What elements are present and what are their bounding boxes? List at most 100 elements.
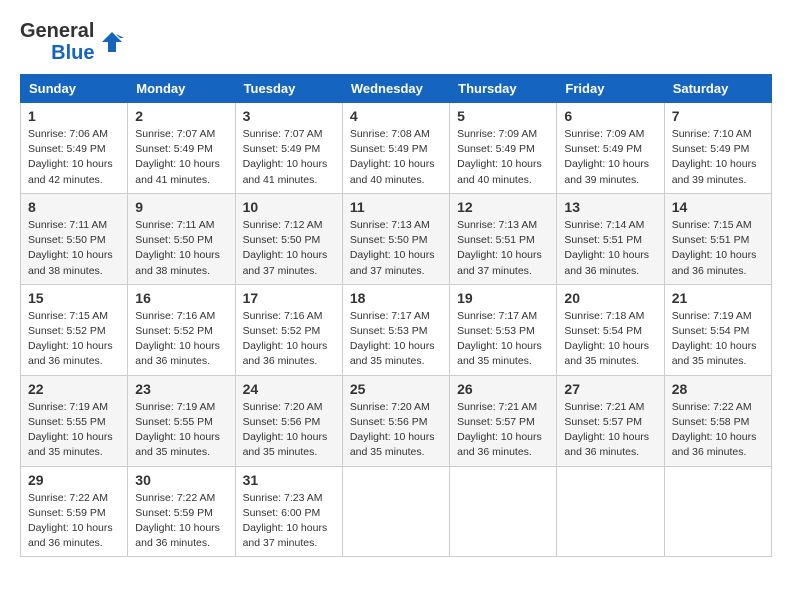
day-cell-17: 17 Sunrise: 7:16 AMSunset: 5:52 PMDaylig… (235, 284, 342, 375)
day-number: 5 (457, 108, 549, 124)
day-number: 9 (135, 199, 227, 215)
day-cell-22: 22 Sunrise: 7:19 AMSunset: 5:55 PMDaylig… (21, 375, 128, 466)
day-cell-24: 24 Sunrise: 7:20 AMSunset: 5:56 PMDaylig… (235, 375, 342, 466)
calendar-header-saturday: Saturday (664, 75, 771, 103)
day-cell-29: 29 Sunrise: 7:22 AMSunset: 5:59 PMDaylig… (21, 466, 128, 557)
day-cell-10: 10 Sunrise: 7:12 AMSunset: 5:50 PMDaylig… (235, 193, 342, 284)
day-info: Sunrise: 7:22 AMSunset: 5:59 PMDaylight:… (28, 492, 113, 550)
empty-cell (450, 466, 557, 557)
day-number: 28 (672, 381, 764, 397)
empty-cell (342, 466, 449, 557)
day-cell-27: 27 Sunrise: 7:21 AMSunset: 5:57 PMDaylig… (557, 375, 664, 466)
day-info: Sunrise: 7:21 AMSunset: 5:57 PMDaylight:… (564, 401, 649, 459)
day-info: Sunrise: 7:08 AMSunset: 5:49 PMDaylight:… (350, 128, 435, 186)
day-cell-26: 26 Sunrise: 7:21 AMSunset: 5:57 PMDaylig… (450, 375, 557, 466)
day-number: 30 (135, 472, 227, 488)
calendar-week-3: 15 Sunrise: 7:15 AMSunset: 5:52 PMDaylig… (21, 284, 772, 375)
day-info: Sunrise: 7:20 AMSunset: 5:56 PMDaylight:… (243, 401, 328, 459)
empty-cell (664, 466, 771, 557)
day-cell-7: 7 Sunrise: 7:10 AMSunset: 5:49 PMDayligh… (664, 103, 771, 194)
day-cell-20: 20 Sunrise: 7:18 AMSunset: 5:54 PMDaylig… (557, 284, 664, 375)
day-info: Sunrise: 7:07 AMSunset: 5:49 PMDaylight:… (243, 128, 328, 186)
day-info: Sunrise: 7:17 AMSunset: 5:53 PMDaylight:… (350, 310, 435, 368)
calendar-header-row: SundayMondayTuesdayWednesdayThursdayFrid… (21, 75, 772, 103)
day-info: Sunrise: 7:12 AMSunset: 5:50 PMDaylight:… (243, 219, 328, 277)
day-cell-8: 8 Sunrise: 7:11 AMSunset: 5:50 PMDayligh… (21, 193, 128, 284)
day-number: 31 (243, 472, 335, 488)
day-info: Sunrise: 7:15 AMSunset: 5:52 PMDaylight:… (28, 310, 113, 368)
day-info: Sunrise: 7:23 AMSunset: 6:00 PMDaylight:… (243, 492, 328, 550)
day-cell-18: 18 Sunrise: 7:17 AMSunset: 5:53 PMDaylig… (342, 284, 449, 375)
logo-icon (98, 28, 126, 56)
calendar-week-4: 22 Sunrise: 7:19 AMSunset: 5:55 PMDaylig… (21, 375, 772, 466)
day-cell-1: 1 Sunrise: 7:06 AMSunset: 5:49 PMDayligh… (21, 103, 128, 194)
day-info: Sunrise: 7:13 AMSunset: 5:50 PMDaylight:… (350, 219, 435, 277)
day-number: 26 (457, 381, 549, 397)
day-number: 1 (28, 108, 120, 124)
day-cell-14: 14 Sunrise: 7:15 AMSunset: 5:51 PMDaylig… (664, 193, 771, 284)
empty-cell (557, 466, 664, 557)
day-number: 12 (457, 199, 549, 215)
day-info: Sunrise: 7:22 AMSunset: 5:59 PMDaylight:… (135, 492, 220, 550)
day-cell-9: 9 Sunrise: 7:11 AMSunset: 5:50 PMDayligh… (128, 193, 235, 284)
day-number: 10 (243, 199, 335, 215)
day-info: Sunrise: 7:09 AMSunset: 5:49 PMDaylight:… (457, 128, 542, 186)
day-info: Sunrise: 7:09 AMSunset: 5:49 PMDaylight:… (564, 128, 649, 186)
day-info: Sunrise: 7:18 AMSunset: 5:54 PMDaylight:… (564, 310, 649, 368)
day-cell-2: 2 Sunrise: 7:07 AMSunset: 5:49 PMDayligh… (128, 103, 235, 194)
day-cell-23: 23 Sunrise: 7:19 AMSunset: 5:55 PMDaylig… (128, 375, 235, 466)
day-info: Sunrise: 7:06 AMSunset: 5:49 PMDaylight:… (28, 128, 113, 186)
logo: General Blue (20, 20, 126, 64)
day-number: 21 (672, 290, 764, 306)
day-cell-6: 6 Sunrise: 7:09 AMSunset: 5:49 PMDayligh… (557, 103, 664, 194)
day-number: 18 (350, 290, 442, 306)
day-info: Sunrise: 7:17 AMSunset: 5:53 PMDaylight:… (457, 310, 542, 368)
calendar-body: 1 Sunrise: 7:06 AMSunset: 5:49 PMDayligh… (21, 103, 772, 557)
day-info: Sunrise: 7:21 AMSunset: 5:57 PMDaylight:… (457, 401, 542, 459)
day-info: Sunrise: 7:14 AMSunset: 5:51 PMDaylight:… (564, 219, 649, 277)
calendar-header-thursday: Thursday (450, 75, 557, 103)
day-info: Sunrise: 7:19 AMSunset: 5:55 PMDaylight:… (135, 401, 220, 459)
day-cell-4: 4 Sunrise: 7:08 AMSunset: 5:49 PMDayligh… (342, 103, 449, 194)
day-number: 17 (243, 290, 335, 306)
calendar-header-tuesday: Tuesday (235, 75, 342, 103)
calendar-week-5: 29 Sunrise: 7:22 AMSunset: 5:59 PMDaylig… (21, 466, 772, 557)
day-number: 2 (135, 108, 227, 124)
page-header: General Blue (20, 20, 772, 64)
day-cell-28: 28 Sunrise: 7:22 AMSunset: 5:58 PMDaylig… (664, 375, 771, 466)
logo-general: General (20, 20, 94, 42)
day-number: 24 (243, 381, 335, 397)
day-cell-12: 12 Sunrise: 7:13 AMSunset: 5:51 PMDaylig… (450, 193, 557, 284)
day-cell-15: 15 Sunrise: 7:15 AMSunset: 5:52 PMDaylig… (21, 284, 128, 375)
day-info: Sunrise: 7:16 AMSunset: 5:52 PMDaylight:… (243, 310, 328, 368)
day-number: 4 (350, 108, 442, 124)
day-cell-31: 31 Sunrise: 7:23 AMSunset: 6:00 PMDaylig… (235, 466, 342, 557)
day-cell-16: 16 Sunrise: 7:16 AMSunset: 5:52 PMDaylig… (128, 284, 235, 375)
day-number: 20 (564, 290, 656, 306)
day-number: 7 (672, 108, 764, 124)
calendar-header-wednesday: Wednesday (342, 75, 449, 103)
day-number: 6 (564, 108, 656, 124)
day-number: 8 (28, 199, 120, 215)
day-info: Sunrise: 7:15 AMSunset: 5:51 PMDaylight:… (672, 219, 757, 277)
day-info: Sunrise: 7:20 AMSunset: 5:56 PMDaylight:… (350, 401, 435, 459)
day-cell-25: 25 Sunrise: 7:20 AMSunset: 5:56 PMDaylig… (342, 375, 449, 466)
calendar-header-monday: Monday (128, 75, 235, 103)
calendar-header-friday: Friday (557, 75, 664, 103)
day-number: 27 (564, 381, 656, 397)
day-number: 25 (350, 381, 442, 397)
day-cell-11: 11 Sunrise: 7:13 AMSunset: 5:50 PMDaylig… (342, 193, 449, 284)
day-info: Sunrise: 7:13 AMSunset: 5:51 PMDaylight:… (457, 219, 542, 277)
day-number: 29 (28, 472, 120, 488)
day-number: 16 (135, 290, 227, 306)
day-number: 19 (457, 290, 549, 306)
day-info: Sunrise: 7:11 AMSunset: 5:50 PMDaylight:… (28, 219, 113, 277)
day-number: 13 (564, 199, 656, 215)
calendar-week-2: 8 Sunrise: 7:11 AMSunset: 5:50 PMDayligh… (21, 193, 772, 284)
day-cell-19: 19 Sunrise: 7:17 AMSunset: 5:53 PMDaylig… (450, 284, 557, 375)
calendar-table: SundayMondayTuesdayWednesdayThursdayFrid… (20, 74, 772, 557)
day-info: Sunrise: 7:19 AMSunset: 5:55 PMDaylight:… (28, 401, 113, 459)
day-cell-30: 30 Sunrise: 7:22 AMSunset: 5:59 PMDaylig… (128, 466, 235, 557)
day-cell-5: 5 Sunrise: 7:09 AMSunset: 5:49 PMDayligh… (450, 103, 557, 194)
day-info: Sunrise: 7:22 AMSunset: 5:58 PMDaylight:… (672, 401, 757, 459)
